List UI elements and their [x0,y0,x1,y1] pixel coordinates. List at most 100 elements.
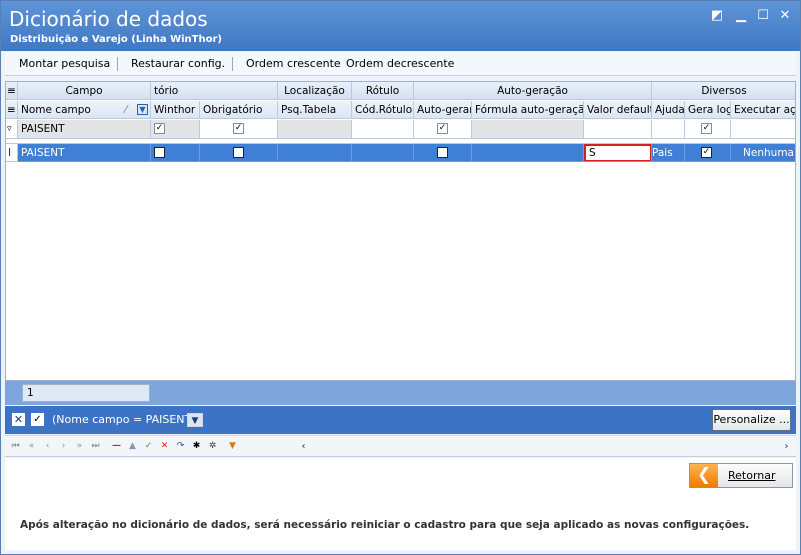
cell-nome-campo[interactable]: PAISENT [18,144,151,162]
toolbar-separator [117,57,118,71]
auto-gerar-checkbox[interactable] [437,147,448,158]
filter-gera-log[interactable]: ✓ [685,120,731,139]
winthor-checkbox[interactable] [154,147,165,158]
ordem-crescente-button[interactable]: Ordem crescente [242,56,345,72]
header-winthor[interactable]: Winthor [151,101,200,119]
scroll-right-icon[interactable]: › [780,440,793,453]
delete-record-icon[interactable]: — [110,440,123,453]
cell-winthor[interactable] [151,144,200,162]
dictionary-window: Dicionário de dados Distribuição e Varej… [0,0,801,555]
window-subtitle: Distribuição e Varejo (Linha WinThor) [10,34,222,45]
ordem-decrescente-button[interactable]: Ordem decrescente [342,56,458,72]
cell-cod-rotulo[interactable] [352,144,414,162]
toolbar-separator [232,57,233,71]
retornar-button[interactable]: ❮ Retornar [689,463,793,488]
header-nome-campo[interactable]: Nome campo ⁄ ▼ [18,101,151,119]
info-note: Após alteração no dicionário de dados, s… [20,519,750,531]
header-gera-log[interactable]: Gera log [685,101,731,119]
filter-nome-campo[interactable]: PAISENT [18,120,151,139]
filter-dropdown-icon[interactable]: ▼ [137,104,148,115]
header-formula[interactable]: Fórmula auto-geração [472,101,584,119]
refresh-icon[interactable]: ↷ [174,440,187,453]
enable-filter-checkbox[interactable]: ✓ [31,413,44,426]
header-auto-gerar[interactable]: Auto-gerar [414,101,472,119]
retornar-label: Retornar [728,469,776,482]
maximize-button[interactable]: ☐ [756,9,770,23]
band-diversos: Diversos [652,82,795,100]
last-page-icon[interactable]: ⏭ [89,440,102,453]
goto-bookmark-icon[interactable]: ✲ [206,440,219,453]
back-arrow-icon: ❮ [690,464,718,487]
filter-row-icon: ▿ [6,120,18,139]
obrigatorio-checkbox[interactable] [233,147,244,158]
cell-obrigatorio[interactable] [200,144,278,162]
header-valor-default[interactable]: Valor default [584,101,652,119]
title-bar: Dicionário de dados Distribuição e Varej… [1,1,800,51]
cell-valor-default[interactable]: S [584,144,652,162]
filter-cod-rotulo[interactable] [352,120,414,139]
prev-page-icon[interactable]: « [25,440,38,453]
filter-obrigatorio[interactable]: ✓ [200,120,278,139]
row-indicator: I [6,144,18,162]
filter-history-dropdown[interactable]: ▼ [187,413,203,427]
minimize-button[interactable]: ▁ [734,9,748,23]
record-count: 1 [22,384,150,402]
grid-menu-icon[interactable]: ≡ [6,82,18,100]
cell-formula[interactable] [472,144,584,162]
clear-filter-icon[interactable]: ✕ [12,413,25,426]
valor-default-input[interactable]: S [584,144,651,161]
footer: ❮ Retornar Após alteração no dicionário … [5,458,796,550]
filter-executar[interactable] [731,120,795,139]
cell-ajuda[interactable]: Pais [652,144,685,162]
filter-winthor-checkbox[interactable]: ✓ [154,123,165,134]
cell-executar[interactable]: Nenhuma [731,144,795,162]
prev-record-icon[interactable]: ‹ [41,440,54,453]
band-rotulo: Rótulo [352,82,414,100]
filter-valor-default[interactable] [584,120,652,139]
band-campo: Campo [18,82,151,100]
first-page-icon[interactable]: ⏮ [9,440,22,453]
header-psq-tabela[interactable]: Psq.Tabela [278,101,352,119]
restore-layout-icon[interactable]: ◩ [710,9,724,23]
montar-pesquisa-button[interactable]: Montar pesquisa [15,56,114,72]
filter-formula[interactable] [472,120,584,139]
filter-obrigatorio-checkbox[interactable]: ✓ [233,123,244,134]
filter-gera-log-checkbox[interactable]: ✓ [701,123,712,134]
cancel-edit-icon[interactable]: ✕ [158,440,171,453]
insert-record-icon[interactable]: ▲ [126,440,139,453]
data-grid: ≡ Campo tório Localização Rótulo Auto-ge… [5,81,796,381]
toolbar: Montar pesquisa Restaurar config. Ordem … [5,52,796,76]
navigator-bar: ⏮ « ‹ › » ⏭ — ▲ ✓ ✕ ↷ ✱ ✲ ▼ ‹ › [5,435,796,457]
header-obrigatorio[interactable]: Obrigatório [200,101,278,119]
filter-icon[interactable]: ▼ [226,440,239,453]
close-button[interactable]: ✕ [778,9,792,23]
sort-icon: ⁄ [125,104,127,116]
next-page-icon[interactable]: » [73,440,86,453]
band-localizacao: Localização [278,82,352,100]
filter-winthor[interactable]: ✓ [151,120,200,139]
personalize-button[interactable]: Personalize ... [712,409,791,431]
save-bookmark-icon[interactable]: ✱ [190,440,203,453]
header-executar[interactable]: Executar açã [731,101,795,119]
filter-auto-gerar-checkbox[interactable]: ✓ [437,123,448,134]
next-record-icon[interactable]: › [57,440,70,453]
scroll-left-icon[interactable]: ‹ [297,440,310,453]
filter-expression[interactable]: (Nome campo = PAISENT) [52,413,196,427]
post-edit-icon[interactable]: ✓ [142,440,155,453]
column-menu-icon[interactable]: ≡ [6,101,18,119]
restaurar-config-button[interactable]: Restaurar config. [127,56,229,72]
cell-gera-log[interactable]: ✓ [685,144,731,162]
filter-ajuda[interactable] [652,120,685,139]
summary-bar: 1 [5,381,796,405]
band-autogeracao: Auto-geração [414,82,652,100]
header-cod-rotulo[interactable]: Cód.Rótulo [352,101,414,119]
filter-panel: ✕ ✓ (Nome campo = PAISENT) ▼ Personalize… [5,406,796,434]
band-obrigatorio: tório [151,82,278,100]
gera-log-checkbox[interactable]: ✓ [701,147,712,158]
header-nome-campo-label: Nome campo [21,104,91,116]
filter-auto-gerar[interactable]: ✓ [414,120,472,139]
cell-auto-gerar[interactable] [414,144,472,162]
filter-psq-tabela[interactable] [278,120,352,139]
cell-psq-tabela[interactable] [278,144,352,162]
header-ajuda[interactable]: Ajuda [652,101,685,119]
